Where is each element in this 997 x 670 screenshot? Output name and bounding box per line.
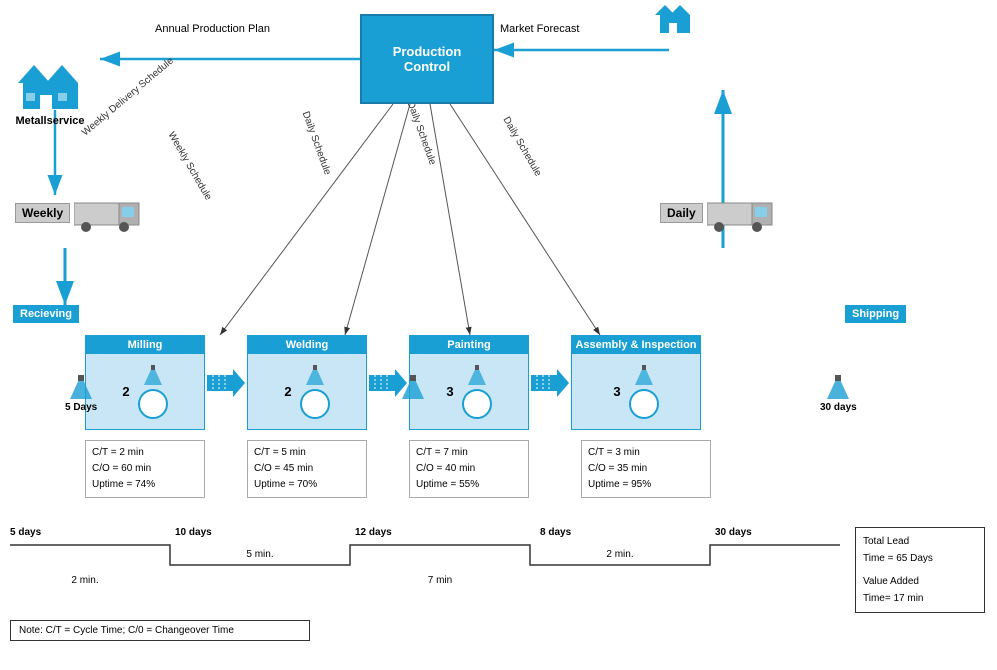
- welding-push-icon: [306, 365, 324, 385]
- assembly-qty: 3: [613, 384, 620, 399]
- inv-triangle-2: 30 days: [820, 375, 857, 413]
- milling-title: Milling: [86, 336, 204, 354]
- info-row: C/T = 2 min C/O = 60 min Uptime = 74% C/…: [85, 440, 711, 498]
- shipping-box: Shipping: [845, 305, 906, 323]
- daily-schedule-label-2: Daily Schedule: [405, 100, 438, 166]
- inv-days-0: 5 Days: [65, 402, 97, 413]
- push-arrow-1: [205, 367, 247, 399]
- welding-title: Welding: [248, 336, 366, 354]
- metallservice-area: Metallservice: [5, 65, 95, 127]
- total-lead-line1: Total Lead: [863, 533, 977, 550]
- painting-box: Painting 3: [409, 335, 529, 430]
- weekly-schedule-label: Weekly Schedule: [165, 130, 213, 202]
- assembly-title: Assembly & Inspection: [572, 336, 700, 354]
- total-lead-line2: Time = 65 Days: [863, 550, 977, 567]
- inv-triangle-0: 5 Days: [65, 375, 97, 413]
- painting-co: C/O = 40 min: [416, 461, 522, 477]
- total-lead-box: Total Lead Time = 65 Days Value Added Ti…: [855, 527, 985, 613]
- metallservice-label: Metallservice: [5, 115, 95, 127]
- assembly-info: C/T = 3 min C/O = 35 min Uptime = 95%: [581, 440, 711, 498]
- daily-truck-icon: [707, 195, 777, 233]
- inv-days-2: 30 days: [820, 402, 857, 413]
- milling-co: C/O = 60 min: [92, 461, 198, 477]
- painting-qty: 3: [446, 384, 453, 399]
- weekly-label: Weekly: [15, 203, 70, 223]
- timeline-svg: 2 min. 5 min. 7 min 2 min.: [10, 535, 850, 590]
- milling-box: Milling 2: [85, 335, 205, 430]
- daily-schedule-label-3: Daily Schedule: [500, 115, 543, 178]
- assembly-uptime: Uptime = 95%: [588, 477, 704, 493]
- painting-uptime: Uptime = 55%: [416, 477, 522, 493]
- weekly-truck-icon: [74, 195, 144, 233]
- inv-tri-svg-2: [827, 375, 849, 399]
- assembly-circle: [629, 389, 659, 419]
- welding-circle: [300, 389, 330, 419]
- inv-tri-svg-0: [70, 375, 92, 399]
- note-box: Note: C/T = Cycle Time; C/0 = Changeover…: [10, 620, 310, 641]
- daily-label: Daily: [660, 203, 703, 223]
- milling-info: C/T = 2 min C/O = 60 min Uptime = 74%: [85, 440, 205, 498]
- annual-plan-label: Annual Production Plan: [155, 23, 270, 35]
- welding-info: C/T = 5 min C/O = 45 min Uptime = 70%: [247, 440, 367, 498]
- milling-circle: [138, 389, 168, 419]
- process-row: Milling 2: [85, 335, 701, 430]
- assembly-ct: C/T = 3 min: [588, 445, 704, 461]
- inv-triangle-1: [402, 375, 424, 402]
- push-arrow-3: [529, 367, 571, 399]
- daily-truck-area: Daily: [660, 195, 790, 233]
- milling-push-icon: [144, 365, 162, 385]
- receiving-box: Recieving: [13, 305, 79, 323]
- value-added-line1: Value Added: [863, 573, 977, 590]
- svg-text:2 min.: 2 min.: [606, 549, 633, 560]
- prod-control-label: Production Control: [393, 44, 462, 74]
- painting-ct: C/T = 7 min: [416, 445, 522, 461]
- production-control-box: Production Control: [360, 14, 494, 104]
- market-forecast-label: Market Forecast: [500, 23, 579, 35]
- svg-text:7 min: 7 min: [428, 575, 452, 586]
- inv-tri-svg-1: [402, 375, 424, 399]
- customer-area: Customer: [655, 5, 695, 38]
- milling-ct: C/T = 2 min: [92, 445, 198, 461]
- assembly-push-icon: [635, 365, 653, 385]
- painting-title: Painting: [410, 336, 528, 354]
- assembly-box: Assembly & Inspection 3: [571, 335, 701, 430]
- svg-text:2 min.: 2 min.: [71, 575, 98, 586]
- daily-schedule-label-1: Daily Schedule: [300, 110, 333, 176]
- painting-info: C/T = 7 min C/O = 40 min Uptime = 55%: [409, 440, 529, 498]
- welding-uptime: Uptime = 70%: [254, 477, 360, 493]
- milling-qty: 2: [122, 384, 129, 399]
- weekly-truck-area: Weekly: [15, 195, 145, 233]
- painting-circle: [462, 389, 492, 419]
- welding-ct: C/T = 5 min: [254, 445, 360, 461]
- svg-text:5 min.: 5 min.: [246, 549, 273, 560]
- milling-uptime: Uptime = 74%: [92, 477, 198, 493]
- welding-qty: 2: [284, 384, 291, 399]
- value-stream-map: { "title": "Value Stream Map", "prod_con…: [0, 0, 997, 670]
- assembly-co: C/O = 35 min: [588, 461, 704, 477]
- welding-co: C/O = 45 min: [254, 461, 360, 477]
- metallservice-factory-icon: [18, 65, 83, 110]
- painting-push-icon: [468, 365, 486, 385]
- customer-factory-icon: [655, 5, 695, 35]
- welding-box: Welding 2: [247, 335, 367, 430]
- value-added-line2: Time= 17 min: [863, 590, 977, 607]
